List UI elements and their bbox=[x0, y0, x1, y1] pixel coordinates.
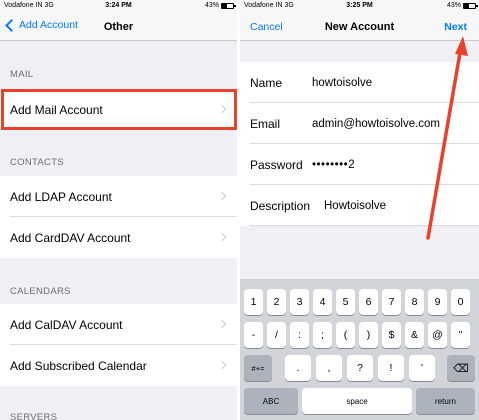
key-space[interactable]: space bbox=[302, 388, 412, 414]
key-symbols-toggle[interactable]: #+= bbox=[244, 355, 272, 381]
key-8[interactable]: 8 bbox=[405, 289, 424, 315]
next-button[interactable]: Next bbox=[444, 21, 467, 33]
section-header-calendars: CALENDARS bbox=[10, 286, 71, 297]
battery-percent: 43% bbox=[446, 2, 461, 9]
add-ldap-account-button[interactable]: Add LDAP Account bbox=[0, 176, 237, 217]
key-ampersand[interactable]: & bbox=[405, 322, 424, 348]
field-label: Description bbox=[250, 198, 311, 213]
key-quote[interactable]: " bbox=[451, 322, 470, 348]
add-caldav-account-button[interactable]: Add CalDAV Account bbox=[0, 304, 237, 345]
key-question[interactable]: ? bbox=[347, 355, 373, 381]
nav-bar: Cancel New Account Next bbox=[240, 13, 479, 41]
new-account-form: Name howtoisolve Email admin@howtoisolve… bbox=[240, 62, 479, 226]
key-return[interactable]: return bbox=[416, 388, 475, 414]
key-2[interactable]: 2 bbox=[267, 289, 286, 315]
other-accounts-screen: Vodafone IN 3G 3:24 PM 43% Add Account O… bbox=[0, 0, 237, 420]
battery-icon bbox=[463, 3, 478, 9]
page-title: Other bbox=[103, 21, 134, 33]
status-bar: Vodafone IN 3G 3:24 PM 43% bbox=[0, 0, 237, 13]
clock-label: 3:24 PM bbox=[105, 2, 132, 9]
key-abc[interactable]: ABC bbox=[244, 388, 298, 414]
keyboard: 1 2 3 4 5 6 7 8 9 0 - / : ; ( ) $ & @ " … bbox=[240, 279, 479, 420]
email-field[interactable]: Email admin@howtoisolve.com bbox=[240, 103, 479, 144]
section-header-contacts: CONTACTS bbox=[10, 157, 64, 168]
battery-icon bbox=[221, 3, 236, 9]
name-field[interactable]: Name howtoisolve bbox=[240, 62, 479, 103]
password-field[interactable]: Password ••••••••2 bbox=[240, 144, 479, 185]
battery-percent: 43% bbox=[204, 2, 219, 9]
add-subscribed-calendar-button[interactable]: Add Subscribed Calendar bbox=[0, 345, 237, 386]
key-hyphen[interactable]: - bbox=[244, 322, 263, 348]
section-header-servers: SERVERS bbox=[10, 412, 58, 420]
description-value[interactable]: Howtoisolve bbox=[324, 200, 386, 212]
key-exclamation[interactable]: ! bbox=[378, 355, 404, 381]
key-at[interactable]: @ bbox=[428, 322, 447, 348]
key-apostrophe[interactable]: ' bbox=[409, 355, 435, 381]
section-header-mail: MAIL bbox=[10, 69, 34, 80]
highlight-box bbox=[1, 89, 237, 130]
disclosure-chevron-icon bbox=[217, 360, 227, 370]
key-close-paren[interactable]: ) bbox=[359, 322, 378, 348]
backspace-icon[interactable]: ⌫ bbox=[447, 355, 475, 381]
disclosure-chevron-icon bbox=[217, 319, 227, 329]
key-colon[interactable]: : bbox=[290, 322, 309, 348]
key-3[interactable]: 3 bbox=[290, 289, 309, 315]
new-account-screen: Vodafone IN 3G 3:25 PM 43% Cancel New Ac… bbox=[240, 0, 479, 420]
name-value[interactable]: howtoisolve bbox=[312, 77, 372, 89]
key-period[interactable]: . bbox=[285, 355, 311, 381]
cell-label: Add CalDAV Account bbox=[10, 317, 123, 332]
key-9[interactable]: 9 bbox=[428, 289, 447, 315]
key-1[interactable]: 1 bbox=[244, 289, 263, 315]
field-label: Name bbox=[250, 75, 283, 90]
cell-label: Add Subscribed Calendar bbox=[10, 358, 147, 373]
email-value[interactable]: admin@howtoisolve.com bbox=[312, 118, 440, 130]
key-dollar[interactable]: $ bbox=[382, 322, 401, 348]
key-7[interactable]: 7 bbox=[382, 289, 401, 315]
clock-label: 3:25 PM bbox=[346, 2, 373, 9]
key-slash[interactable]: / bbox=[267, 322, 286, 348]
field-label: Email bbox=[250, 116, 281, 131]
key-0[interactable]: 0 bbox=[451, 289, 470, 315]
password-value[interactable]: ••••••••2 bbox=[312, 159, 355, 171]
add-carddav-account-button[interactable]: Add CardDAV Account bbox=[0, 217, 237, 258]
description-field[interactable]: Description Howtoisolve bbox=[240, 185, 479, 226]
key-4[interactable]: 4 bbox=[313, 289, 332, 315]
cell-label: Add LDAP Account bbox=[10, 189, 112, 204]
key-6[interactable]: 6 bbox=[359, 289, 378, 315]
disclosure-chevron-icon bbox=[217, 232, 227, 242]
key-comma[interactable]: , bbox=[316, 355, 342, 381]
page-title: New Account bbox=[324, 21, 395, 33]
key-5[interactable]: 5 bbox=[336, 289, 355, 315]
field-label: Password bbox=[250, 157, 303, 172]
disclosure-chevron-icon bbox=[217, 191, 227, 201]
key-open-paren[interactable]: ( bbox=[336, 322, 355, 348]
nav-bar: Add Account Other bbox=[0, 13, 237, 41]
status-bar: Vodafone IN 3G 3:25 PM 43% bbox=[240, 0, 479, 13]
key-semicolon[interactable]: ; bbox=[313, 322, 332, 348]
cell-label: Add CardDAV Account bbox=[10, 230, 131, 245]
